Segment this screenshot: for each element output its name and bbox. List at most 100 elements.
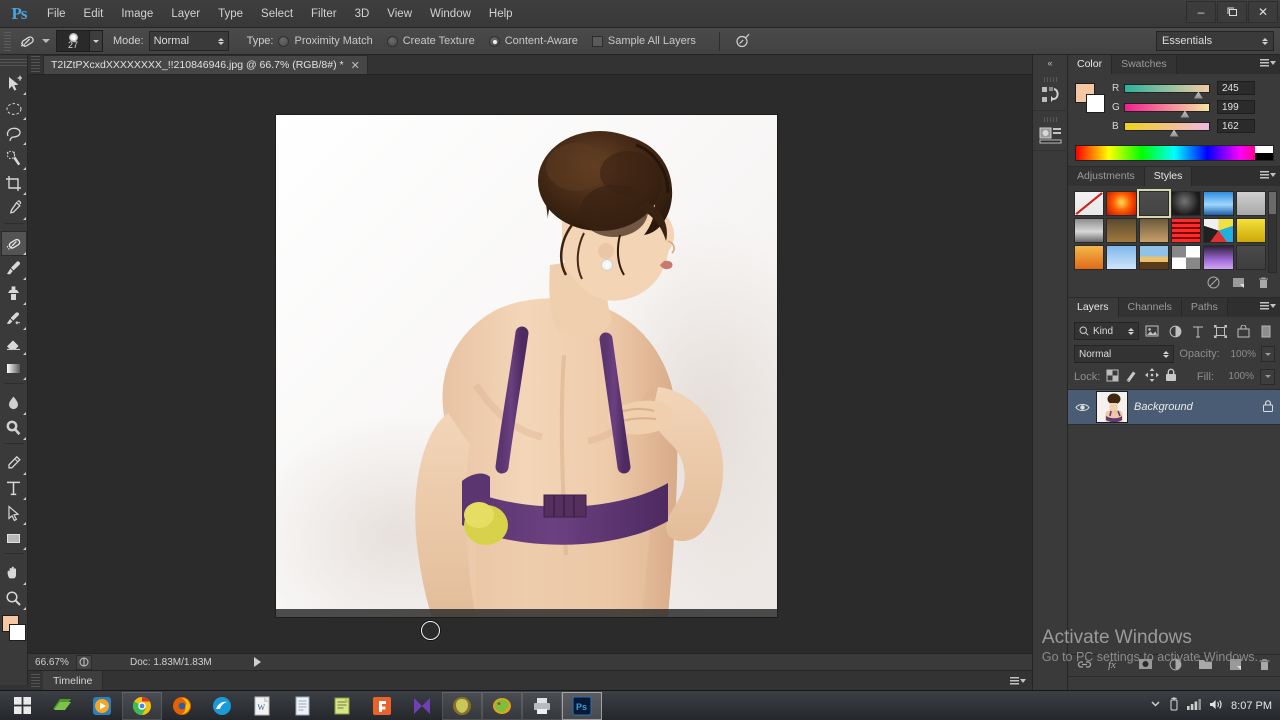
- color-channel-value[interactable]: 199: [1217, 100, 1255, 114]
- taskbar-viber-icon[interactable]: [442, 691, 482, 720]
- bevel-outline-style[interactable]: [1138, 191, 1169, 216]
- tab-timeline[interactable]: Timeline: [43, 670, 104, 691]
- menu-item-window[interactable]: Window: [421, 0, 480, 28]
- confetti-style[interactable]: [1203, 218, 1234, 243]
- menu-item-3d[interactable]: 3D: [346, 0, 379, 28]
- taskbar-clock[interactable]: 8:07 PM: [1231, 700, 1272, 712]
- status-menu-icon[interactable]: [76, 654, 92, 670]
- brush-size-picker[interactable]: 27: [56, 30, 103, 52]
- menu-item-view[interactable]: View: [378, 0, 421, 28]
- new-group-icon[interactable]: [1198, 658, 1213, 673]
- violet-gel-style[interactable]: [1203, 245, 1234, 270]
- yellow-box-style[interactable]: [1235, 218, 1266, 243]
- layer-blend-mode-select[interactable]: Normal: [1074, 345, 1175, 363]
- eyedropper-tool[interactable]: [1, 196, 27, 221]
- color-channel-value[interactable]: 245: [1217, 81, 1255, 95]
- add-layer-mask-icon[interactable]: [1138, 658, 1153, 673]
- taskbar-mail-icon[interactable]: [402, 692, 442, 720]
- timeline-menu-icon[interactable]: [1010, 676, 1026, 685]
- color-panel-menu-icon[interactable]: [1260, 59, 1276, 67]
- color-slider-thumb[interactable]: [1180, 110, 1190, 118]
- color-channel-r[interactable]: R 245: [1112, 81, 1274, 99]
- red-glow-style[interactable]: [1106, 191, 1137, 216]
- dodge-tool[interactable]: [1, 416, 27, 441]
- pen-tool[interactable]: [1, 451, 27, 476]
- color-slider-thumb[interactable]: [1169, 129, 1179, 137]
- new-adjustment-layer-icon[interactable]: [1169, 658, 1182, 674]
- layer-style-fx-icon[interactable]: fx: [1108, 658, 1122, 673]
- tab-styles[interactable]: Styles: [1144, 167, 1193, 186]
- clone-stamp-tool[interactable]: [1, 281, 27, 306]
- blue-gel-style[interactable]: [1203, 191, 1234, 216]
- color-chips[interactable]: [1, 615, 27, 649]
- taskbar-word-icon[interactable]: W: [242, 692, 282, 720]
- healing-type-option-proximity-match[interactable]: Proximity Match: [278, 35, 373, 47]
- layer-filter-kind-select[interactable]: Kind: [1074, 322, 1140, 340]
- menu-item-layer[interactable]: Layer: [162, 0, 209, 28]
- history-brush-tool[interactable]: [1, 306, 27, 331]
- tray-usb-icon[interactable]: [1168, 697, 1180, 714]
- document-tab[interactable]: T2IZtPXcxdXXXXXXXX_!!210846946.jpg @ 66.…: [43, 55, 368, 74]
- history-panel-icon[interactable]: [1033, 71, 1069, 111]
- quick-selection-tool[interactable]: [1, 146, 27, 171]
- styles-panel-menu-icon[interactable]: [1260, 171, 1276, 179]
- tray-show-hidden-icon[interactable]: [1150, 699, 1161, 712]
- tab-swatches[interactable]: Swatches: [1112, 55, 1177, 74]
- layers-panel-menu-icon[interactable]: [1260, 302, 1276, 310]
- lock-transparency-icon[interactable]: [1106, 369, 1119, 385]
- filter-pixel-icon[interactable]: [1143, 322, 1162, 340]
- taskbar-firefox-icon[interactable]: [162, 692, 202, 720]
- healing-type-option-content-aware[interactable]: Content-Aware: [488, 35, 578, 47]
- marquee-tool[interactable]: [1, 96, 27, 121]
- healing-type-option-create-texture[interactable]: Create Texture: [386, 35, 475, 47]
- lasso-tool[interactable]: [1, 121, 27, 146]
- filter-type-icon[interactable]: [1188, 322, 1207, 340]
- sample-all-layers-option[interactable]: Sample All Layers: [591, 35, 696, 47]
- radio-icon[interactable]: [488, 35, 500, 47]
- options-bar-grip[interactable]: [4, 31, 11, 51]
- filter-toggle-icon[interactable]: [1256, 322, 1275, 340]
- horizon-style[interactable]: [1138, 245, 1169, 270]
- link-layers-icon[interactable]: [1077, 659, 1092, 673]
- color-panel-background[interactable]: [1086, 94, 1105, 113]
- close-document-icon[interactable]: ✕: [351, 59, 360, 72]
- blur-tool[interactable]: [1, 391, 27, 416]
- spot-healing-brush-icon[interactable]: [14, 30, 40, 52]
- restore-button[interactable]: [1217, 1, 1247, 23]
- menu-item-select[interactable]: Select: [252, 0, 302, 28]
- move-tool[interactable]: [1, 71, 27, 96]
- color-channel-slider[interactable]: [1124, 102, 1210, 118]
- timeline-grip[interactable]: [31, 673, 40, 688]
- plain-grey-style[interactable]: [1235, 245, 1266, 270]
- taskbar-flash-icon[interactable]: [362, 692, 402, 720]
- background-color-swatch[interactable]: [8, 624, 26, 641]
- color-channel-value[interactable]: 162: [1217, 119, 1255, 133]
- gradient-tool[interactable]: [1, 356, 27, 381]
- taskbar-media-player-icon[interactable]: [82, 692, 122, 720]
- tab-color[interactable]: Color: [1068, 55, 1113, 74]
- tools-panel-grip[interactable]: [0, 59, 27, 68]
- color-channel-slider[interactable]: [1124, 121, 1210, 137]
- menu-item-filter[interactable]: Filter: [302, 0, 346, 28]
- rectangle-tool[interactable]: [1, 526, 27, 551]
- tab-channels[interactable]: Channels: [1118, 298, 1182, 317]
- blue-sky-style[interactable]: [1106, 245, 1137, 270]
- menu-item-help[interactable]: Help: [480, 0, 522, 28]
- tablet-pressure-icon[interactable]: [729, 30, 755, 52]
- workspace-select[interactable]: Essentials: [1156, 31, 1274, 51]
- radio-icon[interactable]: [278, 35, 290, 47]
- lock-all-icon[interactable]: [1165, 368, 1177, 385]
- menu-item-image[interactable]: Image: [112, 0, 162, 28]
- new-style-icon[interactable]: [1232, 276, 1245, 292]
- brush-preview[interactable]: 27: [56, 30, 90, 52]
- eraser-tool[interactable]: [1, 331, 27, 356]
- clear-style-icon[interactable]: [1207, 276, 1220, 292]
- filter-adjustment-icon[interactable]: [1166, 322, 1185, 340]
- grey-button-style[interactable]: [1235, 191, 1266, 216]
- type-tool[interactable]: [1, 476, 27, 501]
- dark-swirl-style[interactable]: [1171, 191, 1202, 216]
- close-button[interactable]: ✕: [1248, 1, 1278, 23]
- document-tab-grip[interactable]: [31, 56, 40, 72]
- filter-smartobject-icon[interactable]: [1234, 322, 1253, 340]
- zoom-tool[interactable]: [1, 586, 27, 611]
